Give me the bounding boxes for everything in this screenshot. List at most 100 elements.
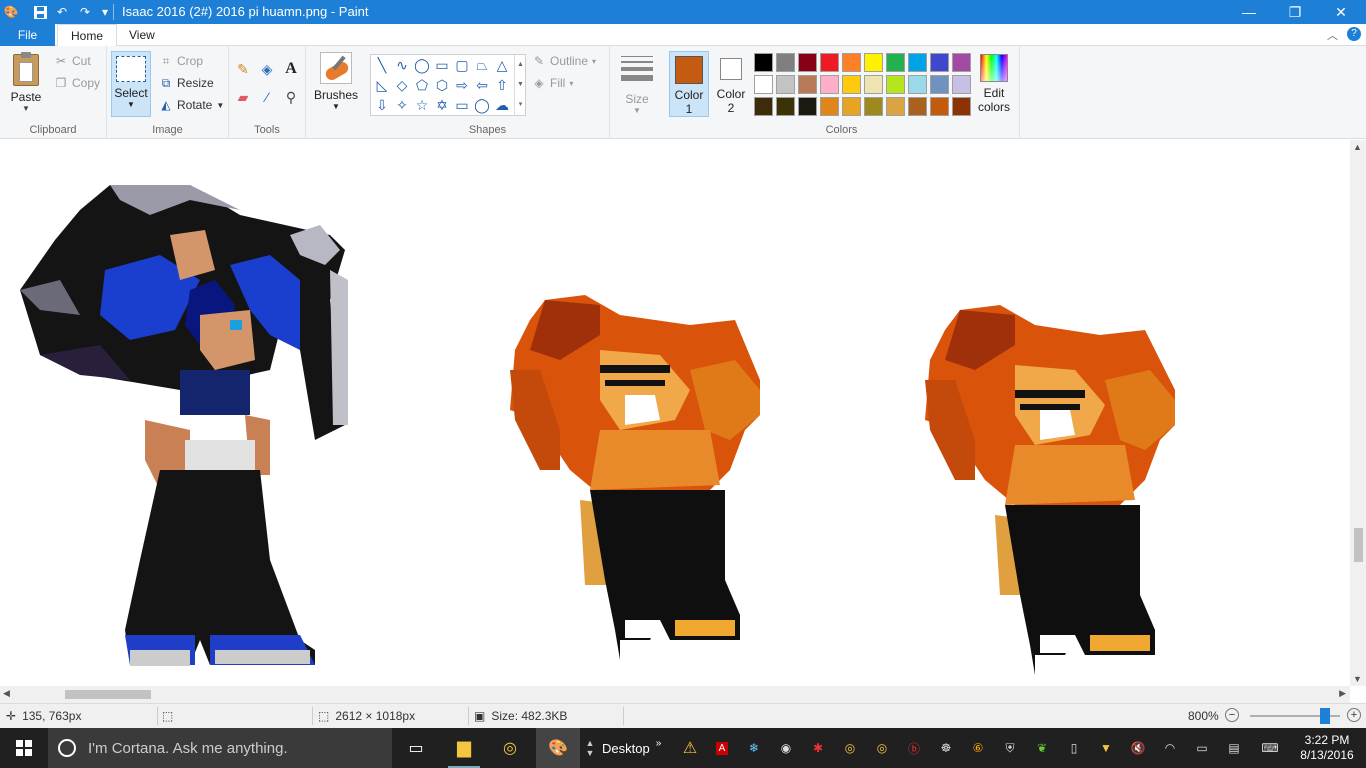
palette-color-swatch[interactable] xyxy=(864,53,883,72)
palette-color-swatch[interactable] xyxy=(754,75,773,94)
oval-callout-shape-icon[interactable]: ◯ xyxy=(473,96,491,114)
tab-view[interactable]: View xyxy=(116,24,168,46)
palette-color-swatch[interactable] xyxy=(952,53,971,72)
up-arrow-shape-icon[interactable]: ⇧ xyxy=(493,76,511,94)
color2-button[interactable]: Color 2 xyxy=(711,51,751,117)
warning-icon[interactable]: ⚠ xyxy=(678,728,702,768)
down-arrow-shape-icon[interactable]: ⇩ xyxy=(373,96,391,114)
palette-color-swatch[interactable] xyxy=(820,97,839,116)
usb-icon[interactable]: ▯ xyxy=(1062,728,1086,768)
palette-color-swatch[interactable] xyxy=(798,53,817,72)
five-point-star-shape-icon[interactable]: ☆ xyxy=(413,96,431,114)
four-point-star-shape-icon[interactable]: ✧ xyxy=(393,96,411,114)
file-explorer-icon[interactable]: ▆ xyxy=(448,728,480,768)
close-button[interactable]: ✕ xyxy=(1318,0,1364,24)
resize-button[interactable]: ⧉ Resize xyxy=(159,76,214,91)
pentagon-shape-icon[interactable]: ⬠ xyxy=(413,76,431,94)
paint-taskbar-icon[interactable]: 🎨 xyxy=(536,728,580,768)
tab-home[interactable]: Home xyxy=(57,24,118,47)
yellow-app-icon-2[interactable]: ◎ xyxy=(870,728,894,768)
save-icon[interactable] xyxy=(31,3,49,21)
oval-shape-icon[interactable]: ◯ xyxy=(413,56,431,74)
triangle-shape-icon[interactable]: △ xyxy=(493,56,511,74)
palette-color-swatch[interactable] xyxy=(908,53,927,72)
tab-file[interactable]: File xyxy=(0,24,55,46)
palette-color-swatch[interactable] xyxy=(930,53,949,72)
crop-button[interactable]: ⌗ Crop xyxy=(159,54,203,69)
leaf-icon[interactable]: ❦ xyxy=(1030,728,1054,768)
text-tool-icon[interactable]: A xyxy=(282,60,300,78)
rectangle-shape-icon[interactable]: ▭ xyxy=(433,56,451,74)
color-picker-icon[interactable]: ⁄ xyxy=(258,88,276,106)
wifi-app-icon[interactable]: ▼ xyxy=(1094,728,1118,768)
scroll-up-icon[interactable]: ▲ xyxy=(1353,142,1362,152)
palette-color-swatch[interactable] xyxy=(776,75,795,94)
zoom-slider-thumb[interactable] xyxy=(1320,708,1331,724)
cortana-search-box[interactable]: I'm Cortana. Ask me anything. xyxy=(48,728,392,768)
scroll-left-icon[interactable]: ◀ xyxy=(3,688,10,699)
palette-color-swatch[interactable] xyxy=(952,97,971,116)
diamond-shape-icon[interactable]: ◇ xyxy=(393,76,411,94)
horizontal-scrollbar[interactable]: ◀ ▶ xyxy=(0,686,1350,703)
select-button[interactable]: Select ▼ xyxy=(111,51,151,117)
pencil-icon[interactable]: ✎ xyxy=(234,60,252,78)
palette-color-swatch[interactable] xyxy=(842,75,861,94)
task-view-icon[interactable]: ▭ xyxy=(400,728,432,768)
palette-color-swatch[interactable] xyxy=(864,75,883,94)
orange-app-icon[interactable]: ⑥ xyxy=(966,728,990,768)
horizontal-scroll-thumb[interactable] xyxy=(65,690,151,699)
desktop-toolbar[interactable]: Desktop » xyxy=(602,728,668,768)
copy-button[interactable]: ❐ Copy xyxy=(54,76,100,90)
right-arrow-shape-icon[interactable]: ⇨ xyxy=(453,76,471,94)
help-icon[interactable]: ? xyxy=(1347,27,1361,41)
palette-color-swatch[interactable] xyxy=(820,53,839,72)
scroll-down-icon[interactable]: ▼ xyxy=(1353,674,1362,684)
action-center-icon[interactable]: ▤ xyxy=(1222,728,1246,768)
palette-color-swatch[interactable] xyxy=(798,97,817,116)
palette-color-swatch[interactable] xyxy=(864,97,883,116)
palette-color-swatch[interactable] xyxy=(886,75,905,94)
start-button[interactable] xyxy=(0,728,48,768)
drawing-canvas[interactable] xyxy=(0,140,1350,686)
undo-icon[interactable]: ↶ xyxy=(53,3,71,21)
magnifier-icon[interactable]: ⚲ xyxy=(282,88,300,106)
outline-button[interactable]: ✎ Outline ▾ xyxy=(532,54,596,68)
minimize-button[interactable]: — xyxy=(1226,0,1272,24)
clock[interactable]: 3:22 PM 8/13/2016 xyxy=(1292,728,1362,768)
app-icon-yellow[interactable]: ◎ xyxy=(494,728,526,768)
fill-button[interactable]: ◈ Fill ▾ xyxy=(532,76,573,90)
size-button[interactable]: Size ▼ xyxy=(616,52,658,115)
curve-shape-icon[interactable]: ∿ xyxy=(393,56,411,74)
six-point-star-shape-icon[interactable]: ✡ xyxy=(433,96,451,114)
rectangular-callout-shape-icon[interactable]: ▭ xyxy=(453,96,471,114)
paste-button[interactable]: Paste ▼ xyxy=(6,52,46,113)
palette-color-swatch[interactable] xyxy=(908,97,927,116)
zoom-in-button[interactable]: + xyxy=(1347,708,1361,722)
shapes-scroll[interactable]: ▲ ▼ ▾ xyxy=(514,55,526,115)
cloud-callout-shape-icon[interactable]: ☁ xyxy=(493,96,511,114)
fill-bucket-icon[interactable]: ◈ xyxy=(258,60,276,78)
palette-color-swatch[interactable] xyxy=(842,53,861,72)
snowflake-icon[interactable]: ❄ xyxy=(742,728,766,768)
camera-icon[interactable]: ◉ xyxy=(774,728,798,768)
palette-color-swatch[interactable] xyxy=(952,75,971,94)
eraser-icon[interactable]: ▰ xyxy=(234,88,252,106)
palette-color-swatch[interactable] xyxy=(754,97,773,116)
adobe-icon[interactable]: A xyxy=(710,728,734,768)
palette-color-swatch[interactable] xyxy=(908,75,927,94)
left-arrow-shape-icon[interactable]: ⇦ xyxy=(473,76,491,94)
zoom-out-button[interactable]: − xyxy=(1225,708,1239,722)
customize-quick-access-icon[interactable]: ▾ xyxy=(96,3,114,21)
desktop-toolbar-scroll[interactable]: ▲ ▼ xyxy=(584,728,596,768)
rounded-rectangle-shape-icon[interactable]: ▢ xyxy=(453,56,471,74)
palette-color-swatch[interactable] xyxy=(754,53,773,72)
palette-color-swatch[interactable] xyxy=(930,97,949,116)
line-shape-icon[interactable]: ╲ xyxy=(373,56,391,74)
scroll-right-icon[interactable]: ▶ xyxy=(1339,688,1346,699)
minimize-ribbon-icon[interactable]: ︿ xyxy=(1327,27,1338,43)
vertical-scroll-thumb[interactable] xyxy=(1354,528,1363,562)
rotate-button[interactable]: ◭ Rotate ▼ xyxy=(159,98,224,112)
yellow-app-icon[interactable]: ◎ xyxy=(838,728,862,768)
polygon-shape-icon[interactable]: ⏢ xyxy=(473,56,491,74)
redo-icon[interactable]: ↷ xyxy=(76,3,94,21)
